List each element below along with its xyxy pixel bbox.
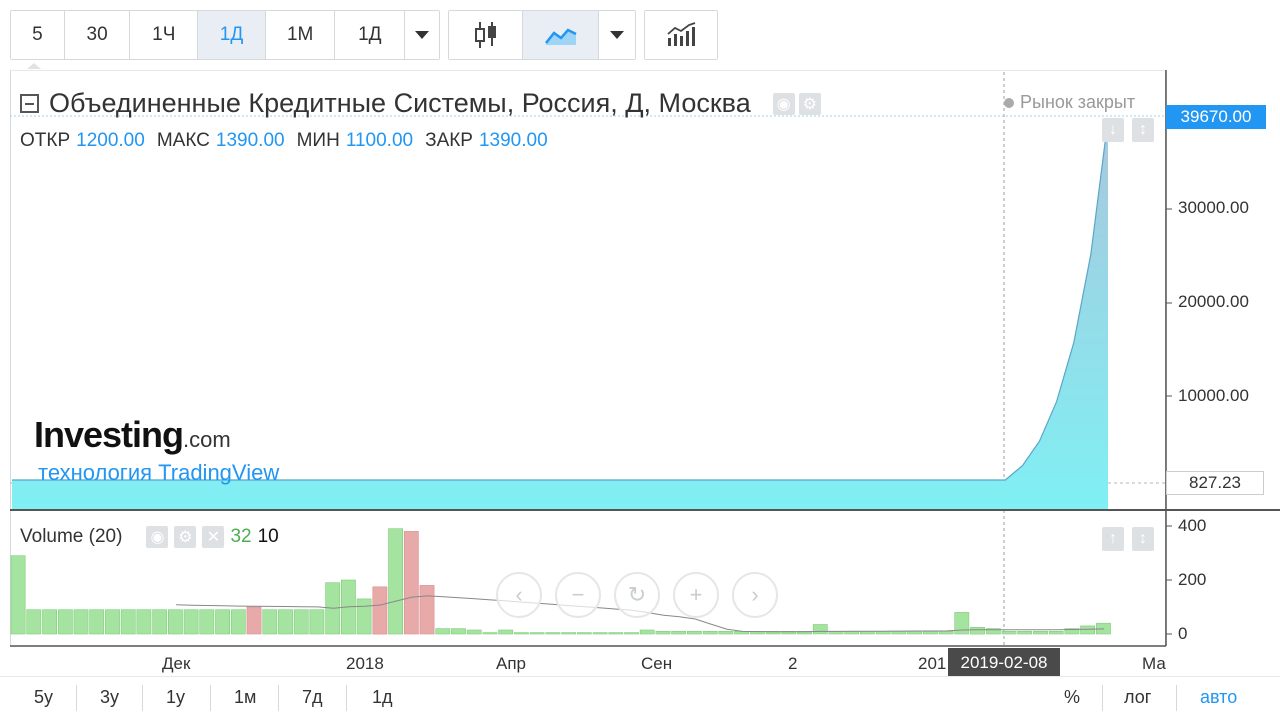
minus-icon: − bbox=[571, 582, 585, 607]
divider bbox=[1102, 685, 1103, 711]
zoom-out-button[interactable]: − bbox=[555, 572, 601, 618]
price-axis[interactable]: 30000.00 20000.00 10000.00 400 200 0 bbox=[1166, 70, 1280, 646]
eye-icon[interactable]: ◉ bbox=[772, 92, 795, 115]
volume-label-0: 0 bbox=[1178, 624, 1188, 643]
candles-button[interactable] bbox=[449, 11, 523, 59]
interval-1d-button[interactable]: 1Д bbox=[198, 11, 266, 59]
interval-1m-button[interactable]: 1М bbox=[265, 11, 336, 59]
ohlc-values: ОТКР 1200.00 МАКС 1390.00 МИН 1100.00 ЗА… bbox=[20, 130, 554, 152]
investing-logo: Investing.com технология TradingView bbox=[34, 414, 279, 485]
interval-5-button[interactable]: 5 bbox=[11, 11, 65, 59]
price-label-10000: 10000.00 bbox=[1178, 386, 1249, 405]
chevron-left-icon: ‹ bbox=[515, 582, 523, 607]
price-label-20000: 20000.00 bbox=[1178, 292, 1249, 311]
reset-button[interactable]: ↻ bbox=[614, 572, 660, 618]
volume-legend: Volume (20) ◉ ⚙ ✕ 32 10 bbox=[20, 526, 279, 548]
refresh-icon: ↻ bbox=[627, 582, 647, 607]
time-label: Сен bbox=[641, 654, 673, 673]
volume-pane-controls: ↑ ↕ bbox=[1102, 527, 1154, 551]
divider bbox=[142, 685, 143, 711]
status-dot-icon bbox=[1004, 97, 1014, 108]
crosshair-date-tag: 2019-02-08 bbox=[948, 648, 1060, 678]
price-label-30000: 30000.00 bbox=[1178, 198, 1249, 217]
divider bbox=[346, 685, 347, 711]
maximize-icon[interactable]: ↕ bbox=[1132, 118, 1154, 142]
maximize-icon[interactable]: ↕ bbox=[1132, 527, 1154, 551]
low-label: МИН bbox=[296, 130, 340, 151]
range-5y-button[interactable]: 5у bbox=[34, 687, 53, 708]
range-1m-button[interactable]: 1м bbox=[234, 687, 256, 708]
time-label: Апр bbox=[496, 654, 526, 673]
market-status: Рынок закрыт bbox=[1004, 92, 1135, 113]
log-scale-button[interactable]: лог bbox=[1124, 687, 1151, 708]
divider bbox=[76, 685, 77, 711]
scroll-right-button[interactable]: › bbox=[732, 572, 778, 618]
gear-icon[interactable]: ⚙ bbox=[174, 526, 197, 548]
pane-controls: ↓ ↕ bbox=[1102, 118, 1154, 142]
high-value: 1390.00 bbox=[215, 130, 285, 151]
chevron-down-icon bbox=[415, 31, 430, 39]
volume-down-value: 10 bbox=[257, 526, 279, 547]
close-label: ЗАКР bbox=[425, 130, 473, 151]
arrow-down-icon[interactable]: ↓ bbox=[1102, 118, 1124, 142]
range-1d-button[interactable]: 1д bbox=[372, 687, 393, 708]
chevron-down-icon bbox=[610, 31, 624, 39]
time-label: Ма bbox=[1142, 654, 1166, 673]
time-label: Дек bbox=[162, 654, 191, 673]
chart-pane[interactable] bbox=[10, 70, 1166, 646]
logo-suffix: .com bbox=[183, 427, 231, 452]
symbol-title: Объединенные Кредитные Системы, Россия, … bbox=[49, 88, 751, 118]
eye-icon[interactable]: ◉ bbox=[146, 526, 169, 548]
symbol-legend: Объединенные Кредитные Системы, Россия, … bbox=[20, 88, 821, 119]
open-label: ОТКР bbox=[20, 130, 71, 151]
interval-group: 5 30 1Ч 1Д 1М 1Д bbox=[10, 10, 440, 60]
collapse-icon[interactable] bbox=[20, 94, 39, 113]
divider bbox=[1176, 685, 1177, 711]
volume-title: Volume (20) bbox=[20, 526, 123, 547]
arrow-up-icon[interactable]: ↑ bbox=[1102, 527, 1124, 551]
percent-scale-button[interactable]: % bbox=[1064, 687, 1080, 708]
interval-dropdown-button[interactable] bbox=[405, 11, 439, 59]
logo-brand: Investing bbox=[34, 414, 184, 455]
scroll-left-button[interactable]: ‹ bbox=[496, 572, 542, 618]
market-status-text: Рынок закрыт bbox=[1020, 92, 1136, 112]
time-label: 201 bbox=[918, 654, 947, 673]
area-chart-icon bbox=[544, 28, 577, 45]
indicators-group bbox=[644, 10, 718, 60]
interval-1h-button[interactable]: 1Ч bbox=[130, 11, 199, 59]
close-icon[interactable]: ✕ bbox=[202, 526, 225, 548]
range-1y-button[interactable]: 1у bbox=[166, 687, 185, 708]
time-label: 2 bbox=[788, 654, 798, 673]
area-chart-button[interactable] bbox=[523, 11, 599, 59]
zoom-in-button[interactable]: + bbox=[673, 572, 719, 618]
top-toolbar: 5 30 1Ч 1Д 1М 1Д bbox=[0, 0, 1280, 70]
divider bbox=[278, 685, 279, 711]
high-label: МАКС bbox=[156, 130, 210, 151]
last-price-tag: 39670.00 bbox=[1166, 105, 1266, 129]
divider bbox=[210, 685, 211, 711]
range-bar: 5у 3у 1у 1м 7д 1д % лог авто bbox=[0, 676, 1280, 720]
low-value: 1100.00 bbox=[345, 130, 414, 151]
auto-scale-button[interactable]: авто bbox=[1200, 687, 1237, 708]
volume-label-200: 200 bbox=[1178, 570, 1207, 589]
crosshair-price-tag: 827.23 bbox=[1166, 471, 1264, 495]
indicators-icon bbox=[667, 22, 696, 46]
tradingview-credit[interactable]: технология TradingView bbox=[38, 460, 338, 486]
open-value: 1200.00 bbox=[76, 130, 145, 151]
indicators-button[interactable] bbox=[645, 11, 717, 59]
volume-label-400: 400 bbox=[1178, 516, 1207, 535]
chart-type-group bbox=[448, 10, 636, 60]
chart-type-dropdown-button[interactable] bbox=[599, 11, 635, 59]
time-label: 2018 bbox=[346, 654, 384, 673]
range-3y-button[interactable]: 3у bbox=[100, 687, 119, 708]
close-value: 1390.00 bbox=[478, 130, 548, 151]
plus-icon: + bbox=[689, 582, 703, 607]
range-7d-button[interactable]: 7д bbox=[302, 687, 323, 708]
chevron-right-icon: › bbox=[751, 582, 759, 607]
gear-icon[interactable]: ⚙ bbox=[798, 92, 821, 115]
interval-selected-button[interactable]: 1Д bbox=[335, 11, 406, 59]
candlestick-icon bbox=[474, 22, 496, 48]
interval-30-button[interactable]: 30 bbox=[64, 11, 131, 59]
volume-up-value: 32 bbox=[230, 526, 252, 547]
